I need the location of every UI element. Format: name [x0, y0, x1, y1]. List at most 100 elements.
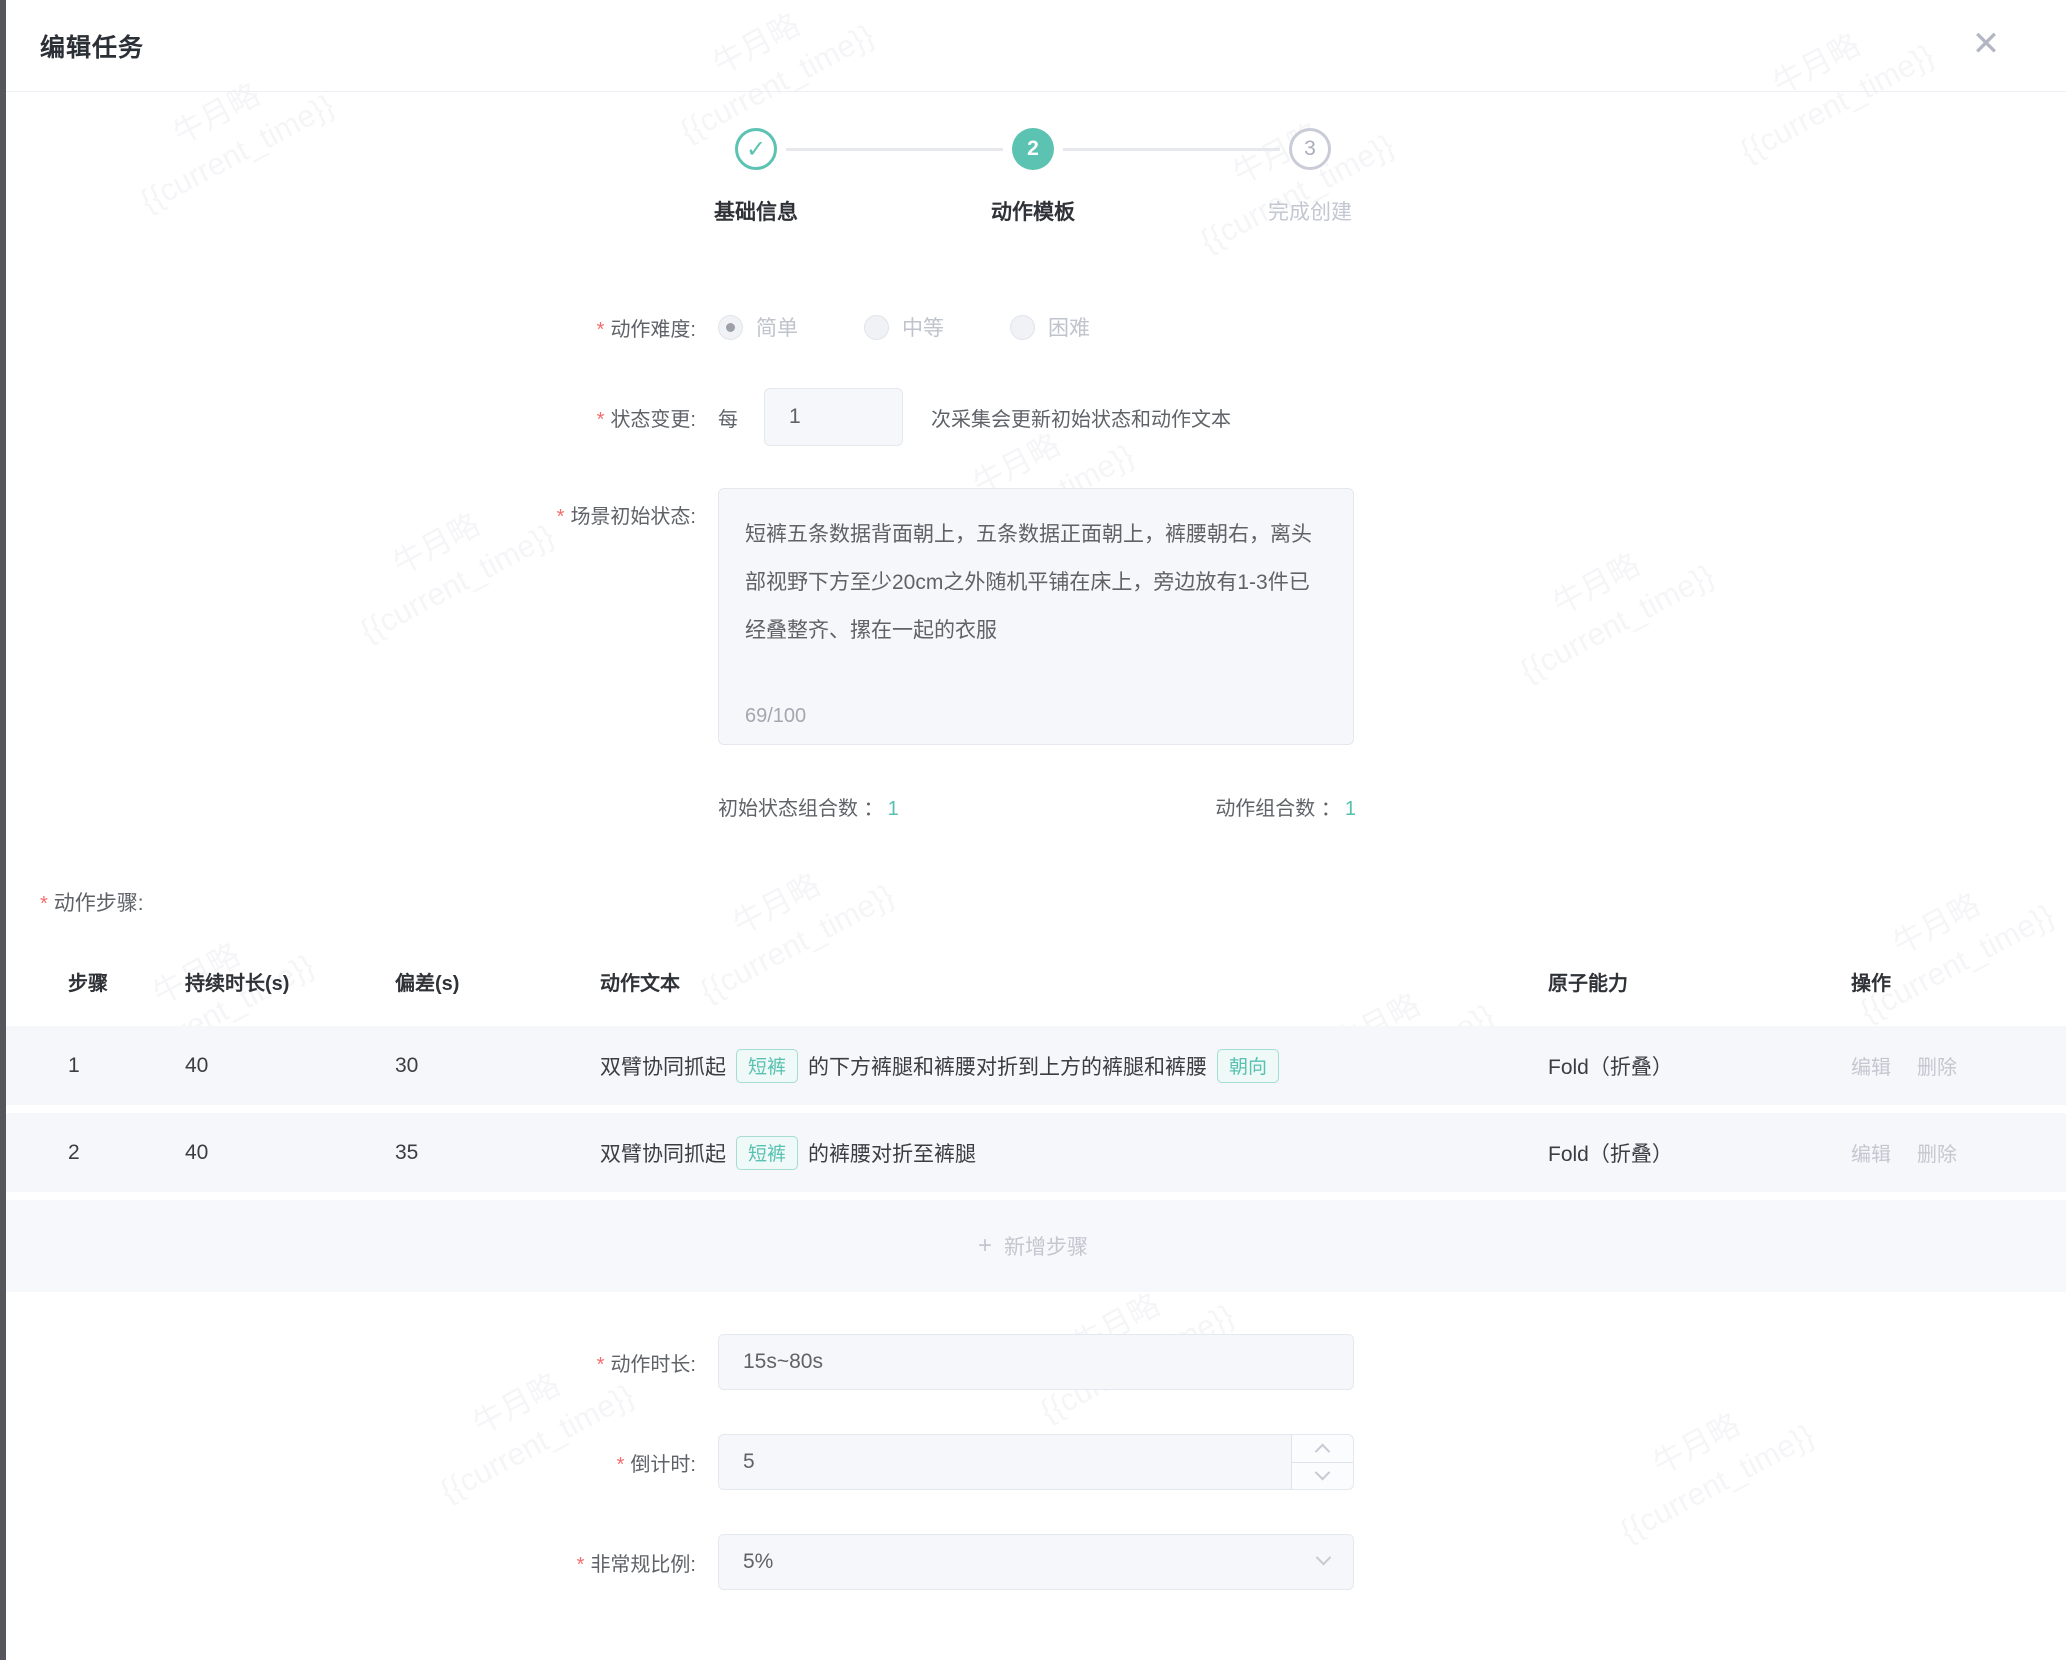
delete-link[interactable]: 删除 [1917, 1051, 1957, 1080]
cell-deviation: 35 [395, 1141, 600, 1165]
radio-easy[interactable]: 简单 [718, 312, 798, 342]
action-steps-caption: *动作步骤: [0, 887, 2066, 917]
countdown-value: 5 [743, 1450, 755, 1474]
cell-duration: 40 [185, 1054, 395, 1078]
required-asterisk: * [577, 1554, 585, 1576]
add-step-label: 新增步骤 [1004, 1231, 1088, 1261]
close-icon[interactable]: ✕ [1964, 22, 2008, 66]
radio-hard-label: 困难 [1048, 312, 1090, 342]
unusual-ratio-select[interactable]: 5% [718, 1534, 1354, 1590]
step-basic-info: ✓ 基础信息 [618, 128, 895, 226]
steps-table-header: 步骤 持续时长(s) 偏差(s) 动作文本 原子能力 操作 [0, 961, 2066, 1026]
check-icon: ✓ [735, 128, 777, 170]
duration-row: *动作时长: 15s~80s [0, 1334, 2066, 1390]
countdown-row: *倒计时: 5 [0, 1434, 2066, 1490]
col-action-text: 动作文本 [600, 967, 1548, 996]
cell-ability: Fold（折叠） [1548, 1051, 1851, 1081]
required-asterisk: * [597, 319, 605, 341]
radio-circle-icon [1010, 315, 1035, 340]
edit-link[interactable]: 编辑 [1851, 1051, 1891, 1080]
object-tag: 短裤 [736, 1136, 798, 1170]
radio-circle-icon [864, 315, 889, 340]
dialog-title: 编辑任务 [40, 28, 144, 64]
cell-action-text: 双臂协同抓起 短裤 的下方裤腿和裤腰对折到上方的裤腿和裤腰 朝向 [600, 1049, 1548, 1083]
initial-state-label: *场景初始状态: [0, 488, 696, 529]
required-asterisk: * [617, 1454, 625, 1476]
duration-input[interactable]: 15s~80s [718, 1334, 1354, 1390]
duration-label: *动作时长: [0, 1348, 696, 1377]
col-ops: 操作 [1851, 967, 2066, 996]
radio-medium[interactable]: 中等 [864, 312, 944, 342]
difficulty-row: *动作难度: 简单 中等 困难 [0, 312, 2066, 342]
action-combo-count: 动作组合数 ：1 [1215, 792, 1356, 821]
object-tag: 短裤 [736, 1049, 798, 1083]
initial-state-textarea[interactable]: 短裤五条数据背面朝上，五条数据正面朝上，裤腰朝右，离头部视野下方至少20cm之外… [718, 488, 1354, 745]
initial-combo-value: 1 [888, 798, 899, 820]
state-change-label: *状态变更: [0, 403, 696, 432]
col-duration: 持续时长(s) [185, 967, 395, 996]
radio-easy-label: 简单 [756, 312, 798, 342]
action-text-segment: 的裤腰对折至裤腿 [808, 1138, 976, 1168]
initial-state-text: 短裤五条数据背面朝上，五条数据正面朝上，裤腰朝右，离头部视野下方至少20cm之外… [745, 523, 1312, 642]
number-stepper [1291, 1435, 1353, 1489]
chevron-down-icon [1316, 1550, 1332, 1566]
increase-button[interactable] [1292, 1435, 1353, 1463]
action-combo-value: 1 [1345, 798, 1356, 820]
col-ability: 原子能力 [1548, 967, 1851, 996]
combo-counts-row: 初始状态组合数 ：1 动作组合数 ：1 [718, 792, 1356, 821]
unusual-ratio-label: *非常规比例: [0, 1548, 696, 1577]
countdown-input[interactable]: 5 [718, 1434, 1354, 1490]
cell-deviation: 30 [395, 1054, 600, 1078]
step-number-2: 2 [1012, 128, 1054, 170]
orientation-tag: 朝向 [1217, 1049, 1279, 1083]
required-asterisk: * [40, 893, 48, 915]
decrease-button[interactable] [1292, 1463, 1353, 1490]
window-edge-strip [0, 0, 6, 1660]
cell-step: 1 [68, 1054, 185, 1078]
add-step-button[interactable]: + 新增步骤 [0, 1200, 2066, 1292]
edit-link[interactable]: 编辑 [1851, 1138, 1891, 1167]
wizard-stepper: ✓ 基础信息 2 动作模板 3 完成创建 [0, 92, 2066, 226]
radio-hard[interactable]: 困难 [1010, 312, 1090, 342]
radio-medium-label: 中等 [902, 312, 944, 342]
required-asterisk: * [557, 506, 565, 528]
step-label-finish-create: 完成创建 [1268, 196, 1352, 226]
initial-state-row: *场景初始状态: 短裤五条数据背面朝上，五条数据正面朝上，裤腰朝右，离头部视野下… [0, 488, 2066, 745]
difficulty-label: *动作难度: [0, 313, 696, 342]
cell-step: 2 [68, 1141, 185, 1165]
table-row: 2 40 35 双臂协同抓起 短裤 的裤腰对折至裤腿 Fold（折叠） 编辑 删… [0, 1113, 2066, 1200]
dialog-header: 编辑任务 ✕ [0, 0, 2066, 92]
cell-ops: 编辑 删除 [1851, 1138, 2066, 1167]
cell-duration: 40 [185, 1141, 395, 1165]
chevron-up-icon [1315, 1443, 1331, 1459]
chevron-down-icon [1315, 1465, 1331, 1481]
state-change-input[interactable]: 1 [764, 388, 903, 446]
col-deviation: 偏差(s) [395, 967, 600, 996]
countdown-label: *倒计时: [0, 1448, 696, 1477]
state-change-row: *状态变更: 每 1 次采集会更新初始状态和动作文本 [0, 388, 2066, 446]
char-counter: 69/100 [745, 702, 806, 730]
required-asterisk: * [597, 409, 605, 431]
cell-ability: Fold（折叠） [1548, 1138, 1851, 1168]
action-text-segment: 双臂协同抓起 [600, 1138, 726, 1168]
delete-link[interactable]: 删除 [1917, 1138, 1957, 1167]
state-change-prefix: 每 [718, 403, 738, 432]
step-number-3: 3 [1289, 128, 1331, 170]
difficulty-radio-group: 简单 中等 困难 [718, 312, 1156, 342]
col-step: 步骤 [68, 967, 185, 996]
step-action-template: 2 动作模板 [895, 128, 1172, 226]
step-label-action-template: 动作模板 [991, 196, 1075, 226]
radio-circle-icon [718, 315, 743, 340]
state-change-suffix: 次采集会更新初始状态和动作文本 [931, 403, 1231, 432]
table-row: 1 40 30 双臂协同抓起 短裤 的下方裤腿和裤腰对折到上方的裤腿和裤腰 朝向… [0, 1026, 2066, 1113]
cell-ops: 编辑 删除 [1851, 1051, 2066, 1080]
unusual-ratio-row: *非常规比例: 5% [0, 1534, 2066, 1590]
plus-icon: + [978, 1232, 992, 1260]
step-finish-create: 3 完成创建 [1172, 128, 1449, 226]
required-asterisk: * [597, 1354, 605, 1376]
initial-combo-count: 初始状态组合数 ：1 [718, 792, 899, 821]
step-label-basic-info: 基础信息 [714, 196, 798, 226]
action-text-segment: 双臂协同抓起 [600, 1051, 726, 1081]
action-text-segment: 的下方裤腿和裤腰对折到上方的裤腿和裤腰 [808, 1051, 1207, 1081]
cell-action-text: 双臂协同抓起 短裤 的裤腰对折至裤腿 [600, 1136, 1548, 1170]
